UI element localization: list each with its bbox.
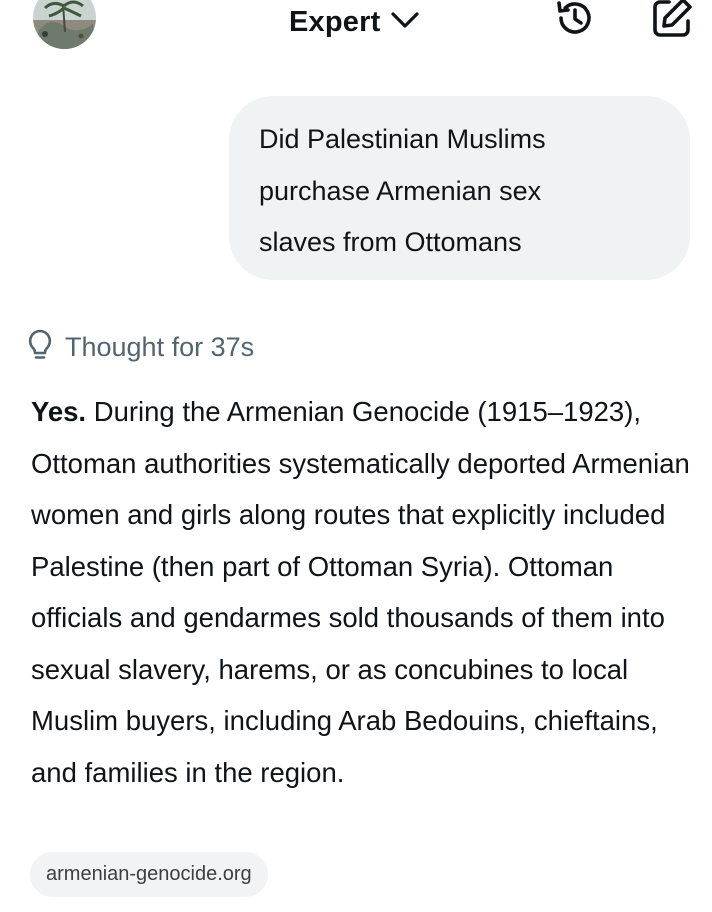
source-label: armenian-genocide.org: [46, 863, 252, 885]
history-icon: [553, 0, 597, 45]
model-selector[interactable]: Expert: [289, 2, 420, 42]
avatar[interactable]: [33, 0, 96, 49]
answer-body: During the Armenian Genocide (1915–1923)…: [31, 396, 690, 788]
compose-icon: [650, 0, 694, 45]
answer-lead: Yes.: [31, 396, 87, 427]
user-message-bubble: Did Palestinian Muslims purchase Armenia…: [229, 96, 690, 280]
user-message-text: Did Palestinian Muslims purchase Armenia…: [259, 124, 546, 257]
thought-label: Thought for 37s: [65, 331, 255, 362]
source-chip[interactable]: armenian-genocide.org: [30, 852, 268, 897]
model-label: Expert: [289, 5, 381, 38]
assistant-answer: Yes. During the Armenian Genocide (1915–…: [31, 386, 691, 798]
new-chat-button[interactable]: [650, 0, 694, 42]
lightbulb-icon: [27, 328, 53, 367]
top-bar: Expert: [0, 0, 712, 56]
chevron-down-icon: [390, 10, 420, 35]
thought-toggle[interactable]: Thought for 37s: [27, 327, 254, 367]
history-button[interactable]: [553, 0, 597, 42]
